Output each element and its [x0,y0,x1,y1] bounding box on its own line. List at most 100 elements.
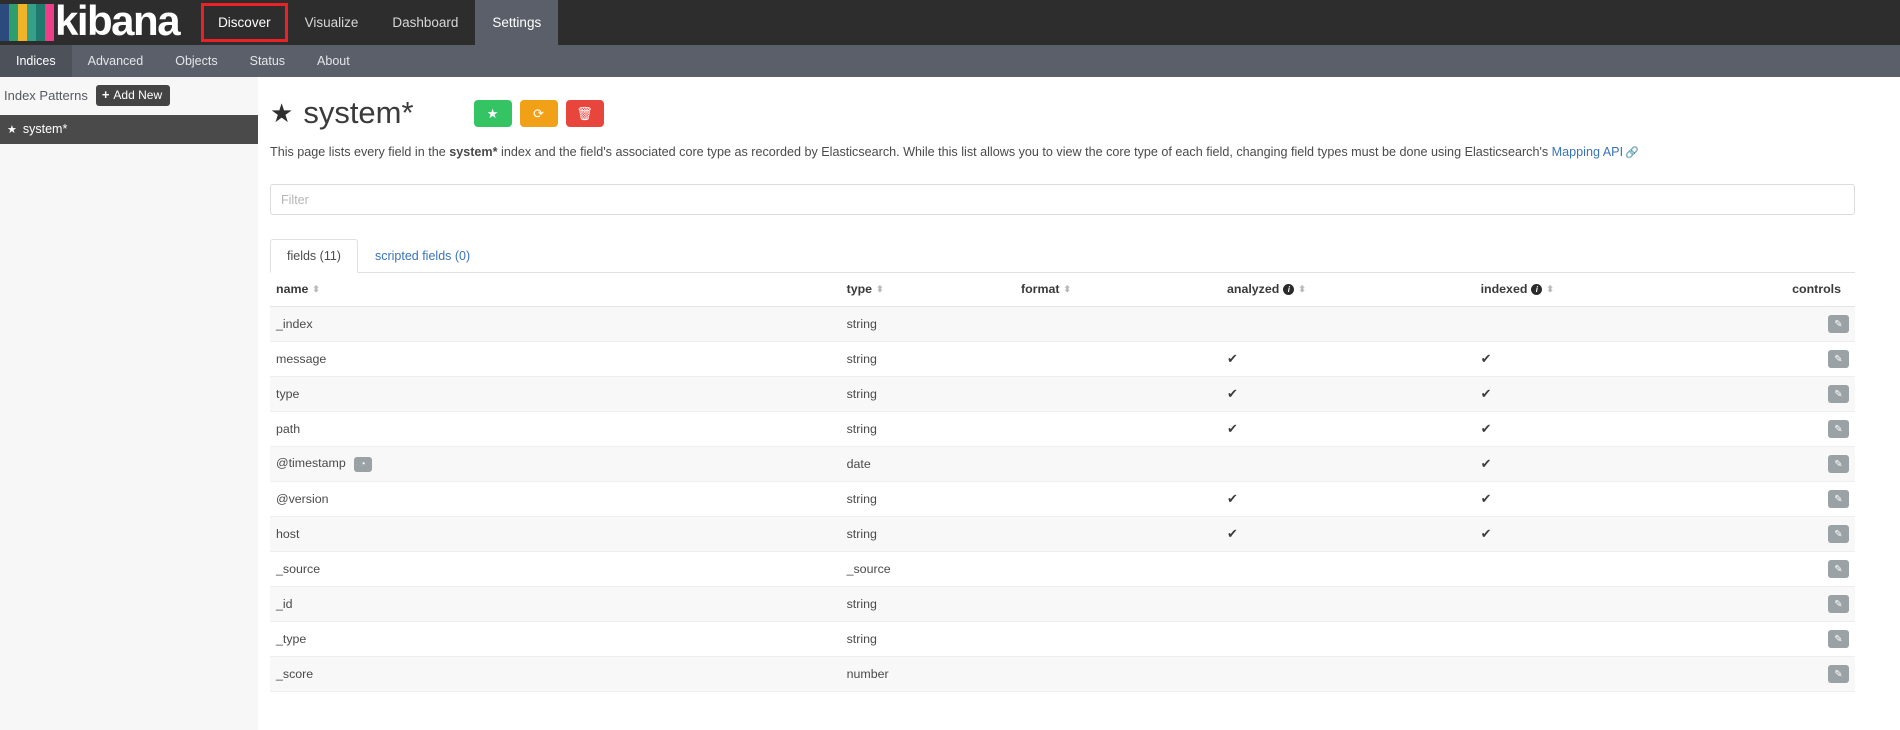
cell-field-name: path [270,411,841,447]
nav-link-settings[interactable]: Settings [475,0,559,45]
cell-field-name: _source [270,551,841,587]
info-icon[interactable]: i [1283,284,1295,296]
refresh-fields-button[interactable]: ⟳ [519,100,558,127]
field-name-text: message [276,352,327,366]
edit-field-button[interactable]: ✎ [1828,665,1849,683]
logo-bar-1 [9,4,18,41]
column-header-label: format [1020,282,1060,296]
sort-icon[interactable]: ⬍ [1064,285,1072,294]
cell-field-name: _score [270,656,841,692]
tab-fields[interactable]: fields (11) [270,239,358,273]
nav-link-visualize[interactable]: Visualize [288,0,376,45]
cell-field-name: type [270,376,841,412]
field-name-text: _type [276,632,307,646]
subnav-item-status[interactable]: Status [234,45,301,77]
cell-field-name: message [270,341,841,377]
table-row: type string ✔ ✔ ✎ [270,376,1855,412]
edit-field-button[interactable]: ✎ [1828,455,1849,473]
cell-format [1014,446,1221,482]
sidebar-title: Index Patterns [4,87,88,103]
column-header-type[interactable]: type ⬍ [840,273,1015,307]
refresh-icon: ⟳ [533,105,545,121]
nav-link-discover[interactable]: Discover [201,3,288,42]
filter-input[interactable] [270,184,1855,215]
settings-subnav: Indices Advanced Objects Status About [0,45,1900,85]
plus-icon: + [101,87,110,102]
sort-icon[interactable]: ⬍ [312,285,320,294]
edit-field-button[interactable]: ✎ [1828,525,1849,543]
cell-format [1014,481,1221,517]
cell-indexed: ✔ [1474,446,1729,482]
table-row: path string ✔ ✔ ✎ [270,411,1855,447]
subnav-item-advanced[interactable]: Advanced [72,45,160,77]
cell-field-name: _index [270,306,841,342]
cell-type: _source [840,551,1015,587]
delete-index-pattern-button[interactable]: 🗑 [565,100,604,127]
cell-indexed [1474,551,1729,587]
field-tabs: fields (11) scripted fields (0) [270,239,1855,273]
set-default-index-button[interactable]: ★ [473,100,512,127]
main-content: ★ system* ★ ⟳ 🗑 This page lists every fi… [258,77,1900,730]
edit-field-button[interactable]: ✎ [1828,350,1849,368]
cell-type: string [840,586,1015,622]
cell-type: string [840,516,1015,552]
subnav-item-indices[interactable]: Indices [0,45,72,85]
add-new-label: Add New [113,87,163,102]
cell-indexed [1474,306,1729,342]
cell-analyzed: ✔ [1220,376,1475,412]
cell-type: date [840,446,1015,482]
edit-field-button[interactable]: ✎ [1828,420,1849,438]
tab-scripted[interactable]: scripted fields (0) [358,239,487,273]
star-icon: ★ [7,123,17,136]
add-new-index-pattern-button[interactable]: + Add New [95,84,171,106]
edit-field-button[interactable]: ✎ [1828,315,1849,333]
nav-link-dashboard[interactable]: Dashboard [375,0,475,45]
column-header-label: indexed [1480,282,1528,296]
field-name-text: @version [276,492,329,506]
sidebar: Index Patterns + Add New ★ system* [0,77,258,730]
cell-indexed: ✔ [1474,481,1729,517]
check-icon: ✔ [1480,386,1492,401]
cell-indexed: ✔ [1474,516,1729,552]
info-icon[interactable]: i [1531,284,1543,296]
logo-bar-3 [27,4,36,41]
sidebar-item-system[interactable]: ★ system* [0,115,258,144]
external-link-icon: 🔗 [1625,147,1639,159]
sort-icon[interactable]: ⬍ [876,285,884,294]
check-icon: ✔ [1480,351,1492,366]
mapping-api-link[interactable]: Mapping API [1552,145,1623,159]
subnav-item-objects[interactable]: Objects [159,45,233,77]
sort-icon[interactable]: ⬍ [1546,285,1554,294]
edit-field-button[interactable]: ✎ [1828,560,1849,578]
field-name-text: host [276,527,300,541]
index-pattern-list: ★ system* [0,115,258,144]
clock-icon: ◔ [353,456,372,472]
sort-icon[interactable]: ⬍ [1298,285,1306,294]
column-header-label: name [276,282,309,296]
cell-format [1014,516,1221,552]
check-icon: ✔ [1480,526,1492,541]
column-header-format[interactable]: format ⬍ [1014,273,1221,307]
column-header-analyzed[interactable]: analyzed i ⬍ [1220,273,1475,307]
field-name-text: @timestamp [276,456,346,471]
column-header-name[interactable]: name ⬍ [270,273,841,307]
cell-field-name: host [270,516,841,552]
edit-field-button[interactable]: ✎ [1828,490,1849,508]
edit-field-button[interactable]: ✎ [1828,630,1849,648]
cell-format [1014,376,1221,412]
cell-type: string [840,306,1015,342]
check-icon: ✔ [1480,491,1492,506]
edit-field-button[interactable]: ✎ [1828,385,1849,403]
cell-analyzed [1220,586,1475,622]
cell-controls: ✎ [1728,376,1855,412]
table-row: _source _source ✎ [270,551,1855,587]
edit-field-button[interactable]: ✎ [1828,595,1849,613]
cell-analyzed [1220,306,1475,342]
cell-field-name: @timestamp ◔ [270,446,841,482]
column-header-indexed[interactable]: indexed i ⬍ [1474,273,1729,307]
subnav-item-about[interactable]: About [301,45,366,77]
fields-table: name ⬍ type ⬍ format ⬍ analyzed i ⬍ indexed i ⬍ cont… [270,273,1855,692]
cell-format [1014,621,1221,657]
cell-indexed [1474,586,1729,622]
cell-analyzed [1220,656,1475,692]
